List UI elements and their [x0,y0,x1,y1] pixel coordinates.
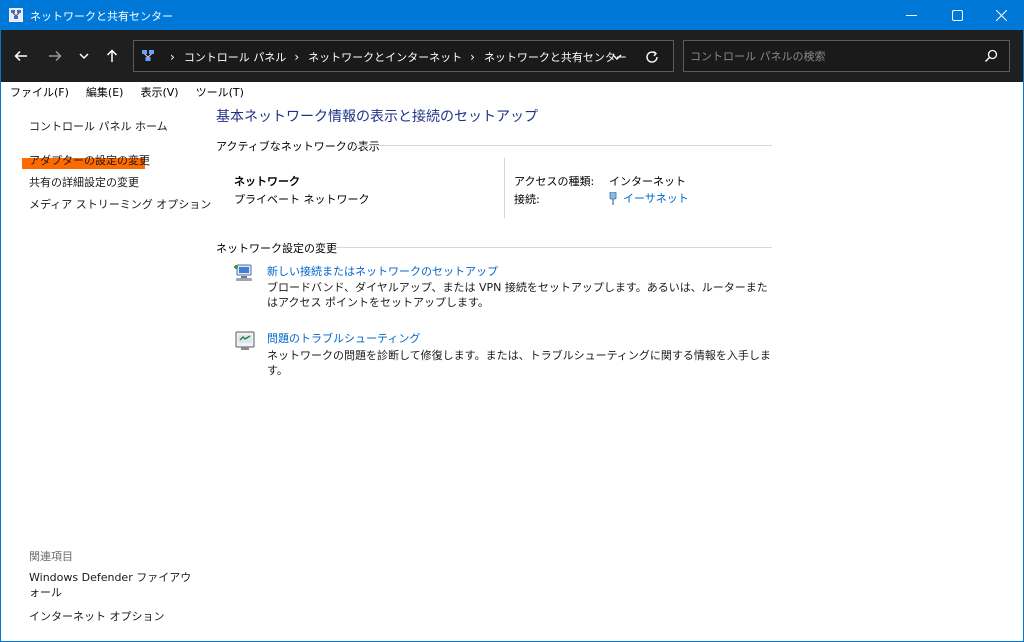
menu-bar: ファイル(F) 編集(E) 表示(V) ツール(T) [0,82,1024,102]
breadcrumb-network-sharing-center[interactable]: ネットワークと共有センター [484,49,627,65]
new-connection-link[interactable]: 新しい接続またはネットワークのセットアップ [267,263,498,279]
active-network-heading: アクティブなネットワークの表示 [216,140,380,153]
minimize-button[interactable] [888,0,934,30]
maximize-button[interactable] [934,0,980,30]
close-icon [995,9,1007,21]
control-panel-icon [142,50,154,61]
up-button[interactable] [102,46,122,66]
sidebar: コントロール パネル ホーム アダプターの設定の変更 共有の詳細設定の変更 メデ… [0,102,211,640]
divider [354,145,772,146]
navigation-bar: › コントロール パネル › ネットワークとインターネット › ネットワークと共… [0,30,1024,82]
search-box[interactable] [683,40,1010,72]
recent-locations-button[interactable] [74,46,94,66]
close-button[interactable] [978,0,1024,30]
breadcrumb-separator: › [470,50,475,64]
back-button[interactable] [11,46,31,66]
maximize-icon [951,9,963,21]
troubleshoot-link[interactable]: 問題のトラブルシューティング [267,330,420,346]
network-name: ネットワーク [234,175,300,188]
title-bar: ネットワークと共有センター [0,0,1024,30]
troubleshoot-icon [235,331,255,350]
change-settings-heading: ネットワーク設定の変更 [216,242,337,255]
sidebar-link-adapter-settings[interactable]: アダプターの設定の変更 [29,152,150,168]
refresh-icon[interactable] [644,49,660,65]
main-content: 基本ネットワーク情報の表示と接続のセットアップ アクティブなネットワークの表示 … [200,102,1024,640]
vertical-divider [504,158,505,218]
search-icon[interactable] [984,49,998,63]
new-connection-description: ブロードバンド、ダイヤルアップ、または VPN 接続をセットアップします。あるい… [267,281,768,309]
ethernet-icon [609,191,617,205]
arrow-left-icon [14,50,27,62]
access-type-label: アクセスの種類: [514,175,595,188]
connection-label: 接続: [514,193,540,206]
sidebar-link-control-panel-home[interactable]: コントロール パネル ホーム [29,118,168,134]
network-profile-type: プライベート ネットワーク [234,193,370,206]
connection-value: イーサネット [623,192,689,205]
forward-button[interactable] [45,46,65,66]
breadcrumb-network-internet[interactable]: ネットワークとインターネット [308,49,462,65]
access-type-value: インターネット [609,175,686,188]
menu-file[interactable]: ファイル(F) [10,84,69,100]
address-dropdown-icon[interactable] [610,50,624,64]
breadcrumb-separator: › [294,50,300,64]
address-field[interactable]: › コントロール パネル › ネットワークとインターネット › ネットワークと共… [133,40,674,72]
page-title: 基本ネットワーク情報の表示と接続のセットアップ [216,109,538,125]
window-title: ネットワークと共有センター [30,10,173,23]
arrow-up-icon [106,49,118,62]
breadcrumb-separator: › [170,50,175,64]
breadcrumb-control-panel[interactable]: コントロール パネル [184,49,287,65]
sidebar-link-media-streaming[interactable]: メディア ストリーミング オプション [29,196,211,212]
sidebar-link-internet-options[interactable]: インターネット オプション [29,608,165,624]
new-connection-icon [234,264,252,281]
menu-view[interactable]: 表示(V) [140,84,178,100]
menu-edit[interactable]: 編集(E) [86,84,124,100]
divider [333,247,772,248]
related-heading: 関連項目 [29,550,73,563]
sidebar-link-defender-firewall[interactable]: Windows Defender ファイアウォール [29,570,194,600]
arrow-right-icon [49,50,62,62]
connection-ethernet-link[interactable]: イーサネット [609,190,689,206]
search-input[interactable] [690,47,970,65]
menu-tools[interactable]: ツール(T) [196,84,244,100]
network-center-icon [9,8,23,22]
minimize-icon [905,14,917,16]
sidebar-link-advanced-sharing[interactable]: 共有の詳細設定の変更 [29,174,139,190]
chevron-down-icon [79,53,89,60]
breadcrumb: › コントロール パネル › ネットワークとインターネット › ネットワークと共… [162,49,627,65]
troubleshoot-description: ネットワークの問題を診断して修復します。または、トラブルシューティングに関する情… [267,349,771,377]
